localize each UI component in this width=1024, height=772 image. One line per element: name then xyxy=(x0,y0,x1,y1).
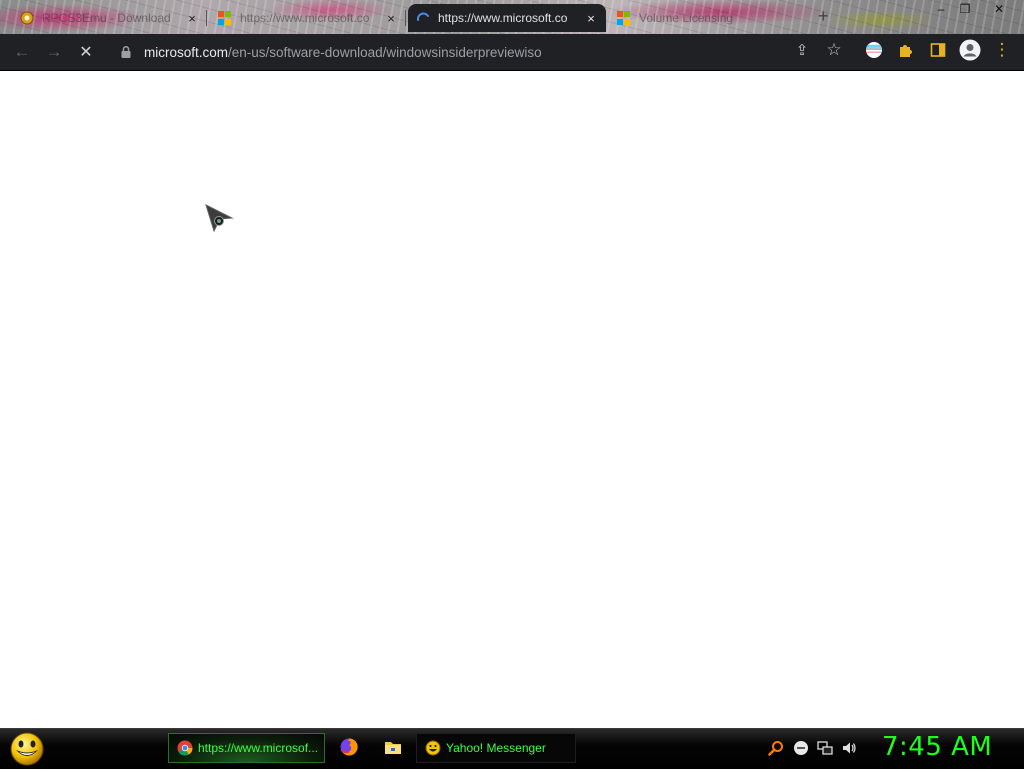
bookmark-star-icon[interactable]: ☆ xyxy=(822,38,846,62)
tab-title: RPCS3Emu - Download xyxy=(42,11,171,25)
tab-title: https://www.microsoft.co xyxy=(240,11,370,25)
taskbar-chrome-window[interactable]: https://www.microsof... xyxy=(168,733,325,763)
tab-microsoft-1[interactable]: https://www.microsoft.co × xyxy=(210,4,406,32)
chrome-icon xyxy=(177,740,193,756)
tab-strip: RPCS3Emu - Download × https://www.micros… xyxy=(0,0,1024,34)
taskbar-item-label: https://www.microsof... xyxy=(198,741,319,755)
url-text: microsoft.com/en-us/software-download/wi… xyxy=(144,45,542,60)
tab-close-icon[interactable]: × xyxy=(185,11,199,26)
rpcs3-favicon xyxy=(20,11,34,25)
microsoft-logo-icon xyxy=(617,11,631,25)
volume-icon[interactable] xyxy=(840,739,858,757)
start-button-smiley-icon[interactable] xyxy=(8,731,46,767)
taskbar-item-label: Yahoo! Messenger xyxy=(446,741,546,755)
taskbar-clock[interactable]: 7:45 AM xyxy=(882,732,992,762)
minus-circle-icon[interactable] xyxy=(792,739,810,757)
tab-close-icon[interactable]: × xyxy=(584,11,598,26)
new-tab-button[interactable]: + xyxy=(818,6,829,27)
tab-title: https://www.microsoft.co xyxy=(438,11,568,25)
share-icon[interactable]: ⇪ xyxy=(790,38,814,62)
tab-volume-licensing[interactable]: Volume Licensing xyxy=(609,4,809,32)
side-panel-icon[interactable] xyxy=(926,38,950,62)
menu-kebab-icon[interactable]: ⋮ xyxy=(990,38,1014,62)
maximize-button[interactable]: ❐ xyxy=(952,0,978,18)
close-window-button[interactable]: ✕ xyxy=(986,0,1012,18)
minimize-button[interactable]: – xyxy=(928,0,954,18)
profile-flag-icon[interactable] xyxy=(862,38,886,62)
url-host: microsoft.com xyxy=(144,44,229,60)
firefox-icon[interactable] xyxy=(339,737,359,757)
page-content xyxy=(0,71,1024,728)
taskbar: https://www.microsof... Yahoo! Messenger… xyxy=(0,728,1024,769)
file-explorer-icon[interactable] xyxy=(383,737,403,757)
taskbar-yahoo-messenger[interactable]: Yahoo! Messenger xyxy=(416,733,576,763)
tab-close-icon[interactable]: × xyxy=(384,11,398,26)
yahoo-messenger-icon xyxy=(425,740,441,756)
network-icon[interactable] xyxy=(816,739,834,757)
address-bar[interactable]: microsoft.com/en-us/software-download/wi… xyxy=(110,38,852,66)
search-icon[interactable] xyxy=(767,739,785,757)
extensions-puzzle-icon[interactable] xyxy=(894,38,918,62)
mouse-cursor-icon xyxy=(205,204,235,239)
profile-avatar-icon[interactable] xyxy=(958,38,982,62)
microsoft-logo-icon xyxy=(218,11,232,25)
forward-icon[interactable]: → xyxy=(42,40,66,64)
tab-title: Volume Licensing xyxy=(639,11,734,25)
loading-spinner-icon xyxy=(416,11,430,25)
tab-rpcs3[interactable]: RPCS3Emu - Download × xyxy=(12,4,207,32)
tab-microsoft-active[interactable]: https://www.microsoft.co × xyxy=(408,4,606,32)
back-icon[interactable]: ← xyxy=(10,40,34,64)
browser-toolbar: ← → ✕ microsoft.com/en-us/software-downl… xyxy=(0,34,1024,71)
lock-icon xyxy=(120,45,132,59)
url-path: /en-us/software-download/windowsinsiderp… xyxy=(228,44,542,60)
stop-loading-icon[interactable]: ✕ xyxy=(74,40,98,64)
